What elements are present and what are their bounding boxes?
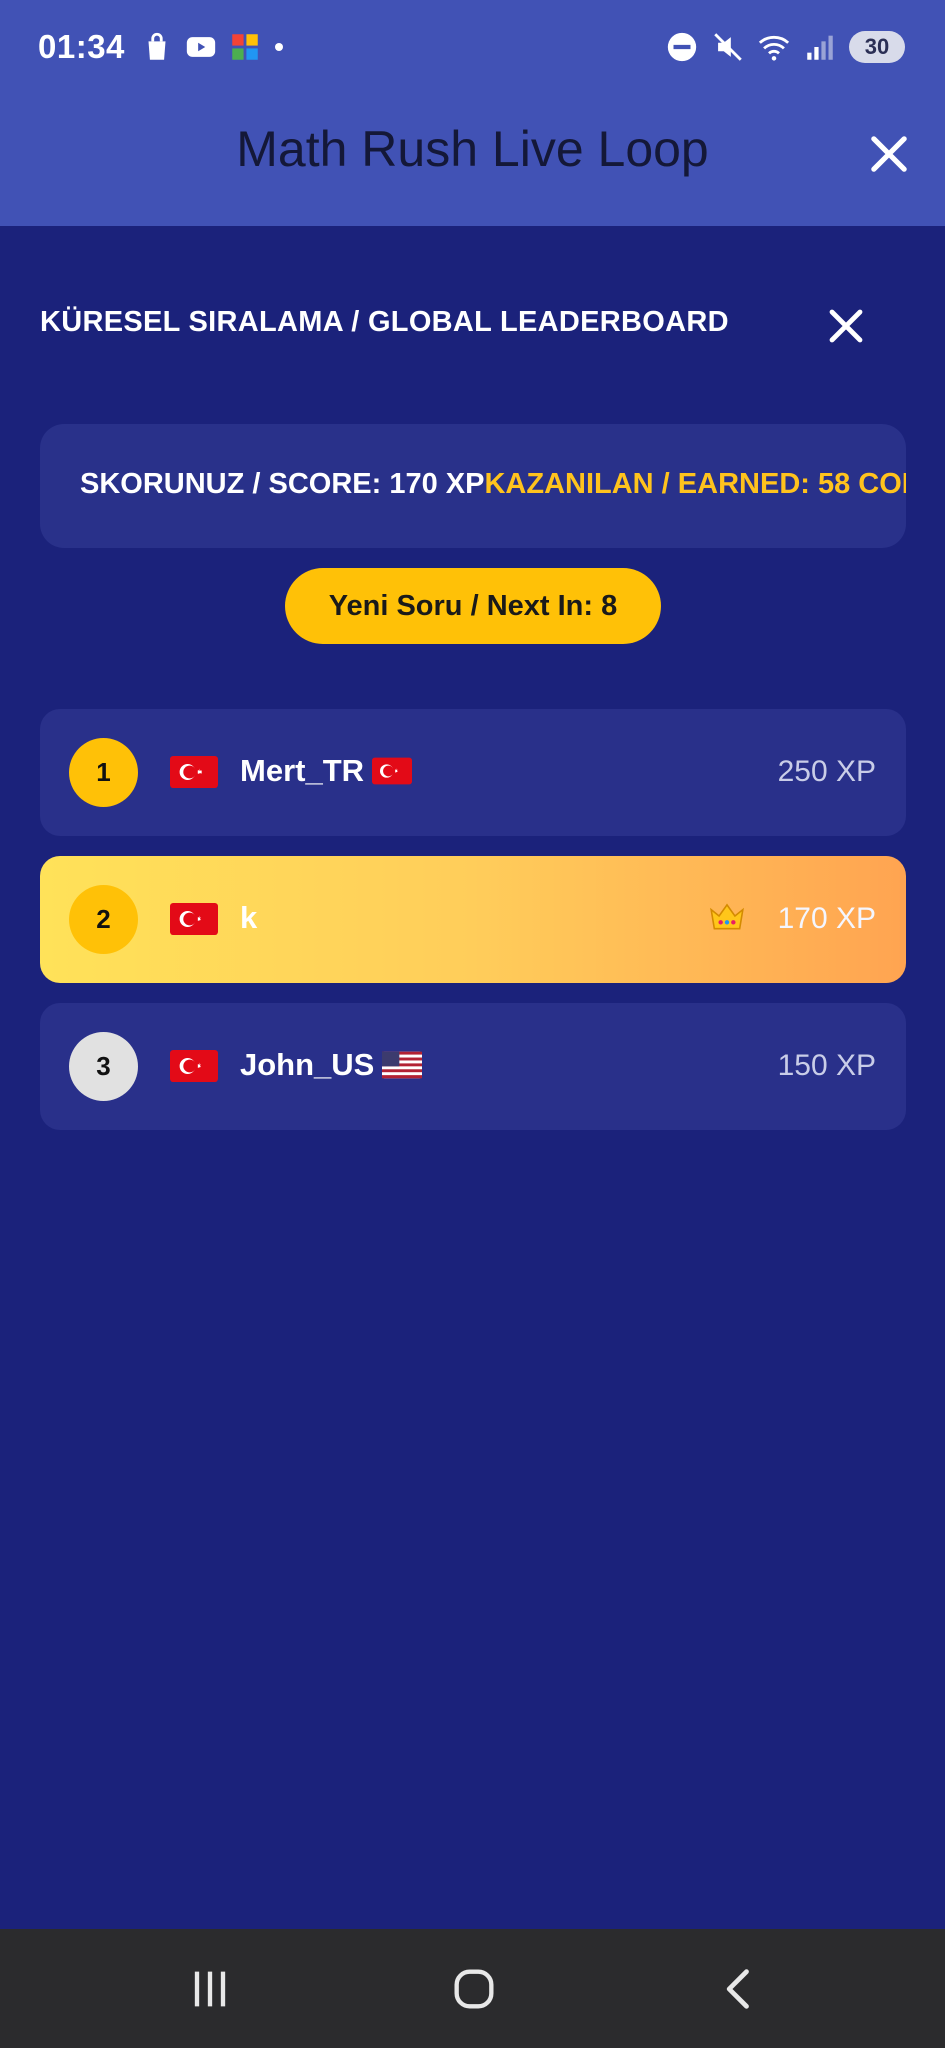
- player-name: Mert_TR: [240, 753, 413, 789]
- leaderboard-row-current-user: 2 k 170 XP: [40, 856, 906, 983]
- back-icon[interactable]: [714, 1963, 766, 2015]
- status-icons-right: 30: [665, 30, 905, 64]
- top-bar: 01:34 30 Math Rush Live Loop: [0, 0, 945, 226]
- player-xp: 250 XP: [777, 755, 876, 788]
- player-name-text: John_US: [240, 1047, 375, 1082]
- turkey-flag-icon: [170, 756, 218, 788]
- crown-icon: [710, 903, 744, 930]
- us-flag-icon: [382, 1051, 423, 1079]
- leaderboard-row: 1 Mert_TR 250 XP: [40, 709, 906, 836]
- turkey-flag-icon: [372, 757, 413, 785]
- leaderboard-close-icon[interactable]: [822, 302, 870, 350]
- next-question-timer: Yeni Soru / Next In: 8: [285, 568, 661, 644]
- leaderboard-list: 1 Mert_TR 250 XP 2 k 170 XP 3 John_US 15…: [40, 709, 906, 1150]
- battery-indicator: 30: [849, 31, 905, 63]
- recents-icon[interactable]: [184, 1963, 236, 2015]
- player-xp: 150 XP: [777, 1049, 876, 1082]
- rank-badge: 1: [69, 738, 138, 807]
- app-title: Math Rush Live Loop: [236, 121, 709, 177]
- signal-icon: [807, 35, 833, 60]
- dnd-icon: [667, 32, 697, 62]
- player-xp: 170 XP: [777, 902, 876, 935]
- navigation-bar: [0, 1929, 945, 2048]
- status-time: 01:34: [38, 28, 125, 65]
- rank-badge: 2: [69, 885, 138, 954]
- home-icon[interactable]: [448, 1963, 500, 2015]
- score-line: SKORUNUZ / SCORE: 170 XPKAZANILAN / EARN…: [80, 468, 906, 501]
- player-name-text: Mert_TR: [240, 753, 365, 788]
- status-bar: 01:34 30: [0, 0, 945, 100]
- close-icon[interactable]: [863, 128, 915, 180]
- player-name: k: [240, 900, 257, 936]
- score-card: SKORUNUZ / SCORE: 170 XPKAZANILAN / EARN…: [40, 424, 906, 548]
- screen: 01:34 30 Math Rush Live Loop KÜRESEL SIR…: [0, 0, 945, 2048]
- app-grid-icon: [232, 34, 258, 60]
- dot-icon: [275, 43, 283, 51]
- status-icons-left: [140, 30, 286, 64]
- youtube-icon: [186, 37, 216, 57]
- wifi-icon: [758, 35, 790, 61]
- leaderboard-title: KÜRESEL SIRALAMA / GLOBAL LEADERBOARD: [40, 306, 729, 338]
- player-name: John_US: [240, 1047, 423, 1083]
- shopping-bag-icon: [148, 32, 166, 60]
- score-value: SKORUNUZ / SCORE: 170 XP: [80, 468, 485, 500]
- player-name-text: k: [240, 900, 258, 935]
- earned-value: KAZANILAN / EARNED: 58 COINS: [484, 468, 906, 500]
- mute-icon: [714, 33, 742, 61]
- turkey-flag-icon: [170, 1050, 218, 1082]
- leaderboard-row: 3 John_US 150 XP: [40, 1003, 906, 1130]
- turkey-flag-icon: [170, 903, 218, 935]
- rank-badge: 3: [69, 1032, 138, 1101]
